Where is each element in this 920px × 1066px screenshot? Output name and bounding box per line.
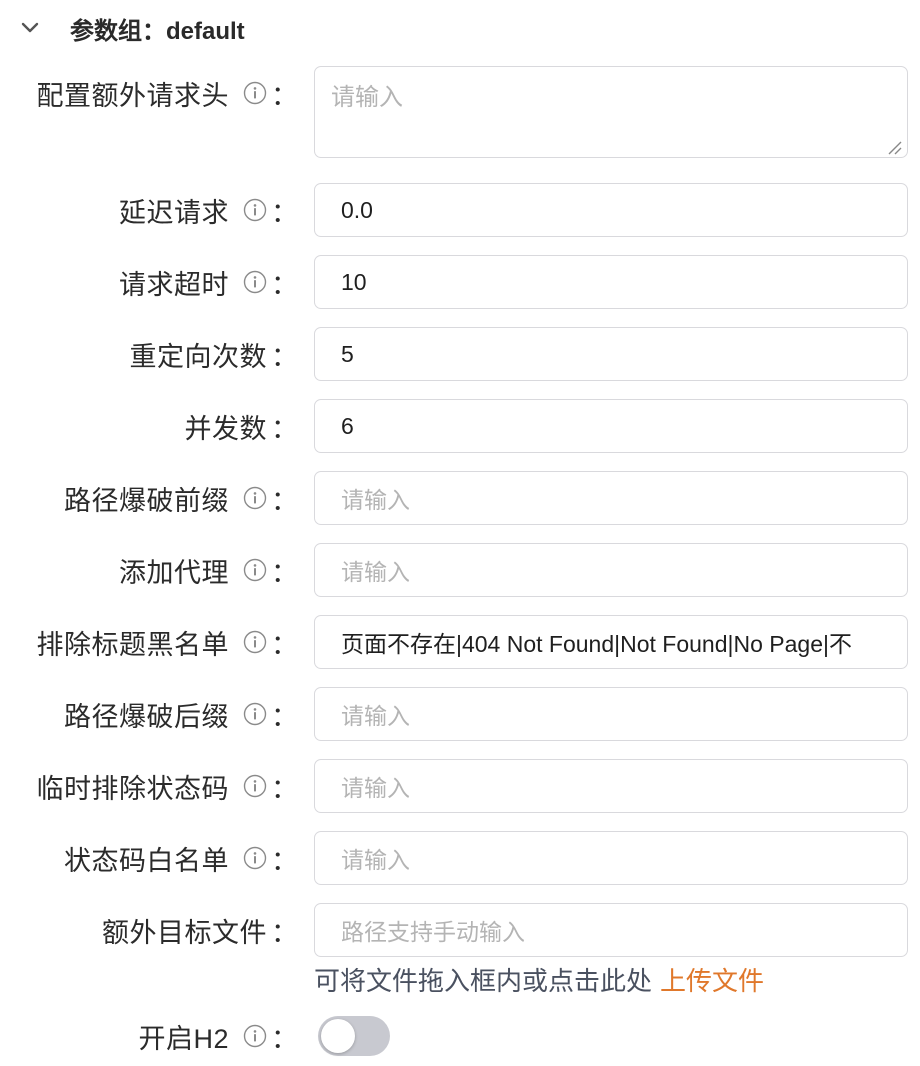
- info-icon[interactable]: [243, 81, 267, 105]
- upload-hint: 可将文件拖入框内或点击此处 上传文件: [314, 966, 765, 996]
- redirects-input[interactable]: 5: [314, 327, 908, 381]
- field-label: 配置额外请求头 ：: [36, 80, 299, 111]
- status-whitelist-input[interactable]: 请输入: [314, 831, 908, 885]
- info-icon[interactable]: [243, 702, 267, 726]
- field-label: 开启H2 ：: [138, 1023, 298, 1054]
- toggle-knob: [321, 1019, 355, 1053]
- info-icon[interactable]: [243, 630, 267, 654]
- path-suffix-input[interactable]: 请输入: [314, 687, 908, 741]
- field-label: 临时排除状态码 ：: [36, 773, 299, 804]
- extra-target-file-input[interactable]: 路径支持手动输入: [314, 903, 908, 957]
- param-group-title: 参数组：default: [70, 17, 245, 45]
- info-icon[interactable]: [243, 846, 267, 870]
- field-label: 请求超时 ：: [119, 269, 298, 300]
- info-icon[interactable]: [243, 270, 267, 294]
- params-form: 参数组：default 配置额外请求头 ： 请输入 延迟请求 ： 0.0 请求超…: [0, 0, 920, 1066]
- field-label: 状态码白名单 ：: [64, 845, 298, 876]
- resize-handle-icon[interactable]: [885, 135, 903, 155]
- exclude-status-input[interactable]: 请输入: [314, 759, 908, 813]
- extra-headers-textarea[interactable]: 请输入: [314, 66, 908, 158]
- field-label: 并发数 ：: [184, 413, 299, 444]
- delay-input[interactable]: 0.0: [314, 183, 908, 237]
- timeout-input[interactable]: 10: [314, 255, 908, 309]
- info-icon[interactable]: [243, 558, 267, 582]
- info-icon[interactable]: [243, 198, 267, 222]
- info-icon[interactable]: [243, 1024, 267, 1048]
- param-group-header[interactable]: 参数组：default: [18, 8, 245, 48]
- path-prefix-input[interactable]: 请输入: [314, 471, 908, 525]
- field-label: 路径爆破前缀 ：: [64, 485, 298, 516]
- field-label: 排除标题黑名单 ：: [36, 629, 299, 660]
- upload-file-link[interactable]: 上传文件: [660, 966, 764, 996]
- chevron-down-icon[interactable]: [18, 16, 42, 40]
- h2-toggle[interactable]: [318, 1016, 390, 1056]
- field-label: 路径爆破后缀 ：: [64, 701, 298, 732]
- field-label: 额外目标文件 ：: [102, 917, 298, 948]
- info-icon[interactable]: [243, 486, 267, 510]
- concurrency-input[interactable]: 6: [314, 399, 908, 453]
- field-label: 添加代理 ：: [119, 557, 298, 588]
- title-blacklist-input[interactable]: 页面不存在|404 Not Found|Not Found|No Page|不: [314, 615, 908, 669]
- info-icon[interactable]: [243, 774, 267, 798]
- proxy-input[interactable]: 请输入: [314, 543, 908, 597]
- field-label: 延迟请求 ：: [119, 197, 298, 228]
- field-label: 重定向次数 ：: [129, 341, 299, 372]
